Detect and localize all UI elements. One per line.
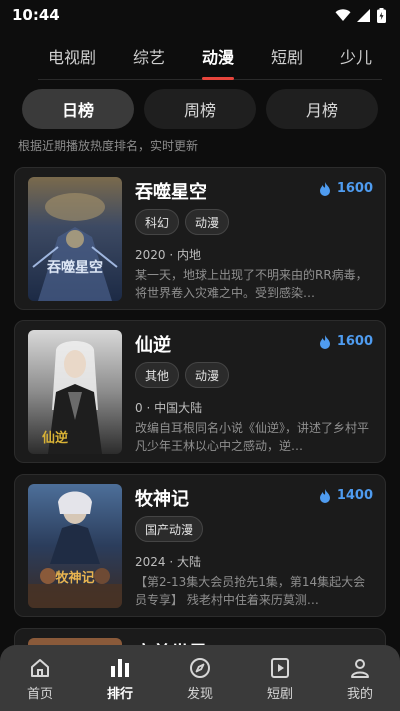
svg-text:吞噬星空: 吞噬星空 — [47, 259, 103, 276]
nav-label: 我的 — [346, 686, 373, 702]
heat-score: 1600 — [319, 334, 373, 349]
rank-period-tabs: 日榜 周榜 月榜 — [22, 89, 378, 129]
flame-icon — [319, 181, 330, 196]
svg-text:牧神记: 牧神记 — [55, 570, 94, 586]
bottom-nav: 首页 排行 发现 短剧 我的 — [0, 645, 400, 711]
home-icon — [31, 658, 49, 677]
nav-label: 发现 — [186, 686, 213, 702]
poster-image: 吞噬星空 — [28, 177, 122, 301]
battery-icon — [377, 7, 386, 23]
tag-list: 国产动漫 — [135, 516, 204, 542]
item-meta: 2020 · 内地 — [135, 248, 201, 262]
category-tabs: 电视剧 综艺 动漫 短剧 少儿 — [38, 38, 382, 80]
item-description: 某一天，地球上出现了不明来由的RR病毒，将世界卷入灾难之中。受到感染… — [135, 268, 368, 300]
genre-tag[interactable]: 动漫 — [185, 362, 230, 388]
item-meta: 2024 · 大陆 — [135, 555, 201, 569]
item-title: 吞噬星空 — [135, 182, 207, 203]
tab-monthly-rank[interactable]: 月榜 — [266, 89, 378, 129]
genre-tag[interactable]: 动漫 — [185, 209, 230, 235]
signal-icon — [357, 8, 370, 22]
tab-daily-rank[interactable]: 日榜 — [22, 89, 134, 129]
tab-anime[interactable]: 动漫 — [192, 38, 244, 80]
heat-value: 1600 — [336, 181, 373, 196]
status-icons — [335, 7, 386, 23]
rank-card[interactable]: 仙逆 仙逆 1600 其他 动漫 0 · 中国大陆 改编自耳根同名小说《仙逆》，… — [14, 320, 386, 463]
ranking-hint: 根据近期播放热度排名，实时更新 — [18, 139, 199, 153]
rank-card[interactable]: 吞噬星空 吞噬星空 1600 科幻 动漫 2020 · 内地 某一天，地球上出现… — [14, 167, 386, 310]
status-time: 10:44 — [12, 6, 60, 24]
heat-score: 1600 — [319, 181, 373, 196]
nav-label: 首页 — [26, 686, 53, 702]
status-bar: 10:44 — [0, 0, 400, 30]
tab-weekly-rank[interactable]: 周榜 — [144, 89, 256, 129]
flame-icon — [319, 334, 330, 349]
ranking-icon — [111, 658, 129, 677]
tab-variety[interactable]: 综艺 — [123, 38, 175, 80]
nav-short-drama[interactable]: 短剧 — [245, 657, 315, 702]
nav-label: 短剧 — [266, 686, 293, 702]
play-icon — [271, 657, 289, 678]
nav-ranking[interactable]: 排行 — [85, 657, 155, 702]
wifi-icon — [335, 8, 351, 21]
tab-kids[interactable]: 少儿 — [330, 38, 382, 80]
poster-image: 仙逆 — [28, 330, 122, 454]
compass-icon — [190, 657, 210, 678]
user-icon — [351, 658, 369, 678]
genre-tag[interactable]: 国产动漫 — [135, 516, 204, 542]
rank-card[interactable]: 牧神记 牧神记 1400 国产动漫 2024 · 大陆 【第2-13集大会员抢先… — [14, 474, 386, 617]
heat-value: 1600 — [336, 334, 373, 349]
nav-discover[interactable]: 发现 — [165, 657, 235, 702]
item-meta: 0 · 中国大陆 — [135, 401, 203, 415]
item-description: 改编自耳根同名小说《仙逆》，讲述了乡村平凡少年王林以心中之感动，逆… — [135, 421, 370, 453]
heat-score: 1400 — [319, 488, 373, 503]
item-title: 牧神记 — [135, 489, 189, 510]
nav-profile[interactable]: 我的 — [325, 657, 395, 702]
heat-value: 1400 — [336, 488, 373, 503]
genre-tag[interactable]: 其他 — [135, 362, 180, 388]
item-description: 【第2-13集大会员抢先1集，第14集起大会员专享】 残老村中住着来历莫测… — [135, 575, 366, 607]
item-title: 仙逆 — [135, 335, 171, 356]
nav-label: 排行 — [106, 686, 133, 702]
tag-list: 科幻 动漫 — [135, 209, 230, 235]
svg-text:仙逆: 仙逆 — [42, 430, 68, 446]
tag-list: 其他 动漫 — [135, 362, 230, 388]
tab-short-drama[interactable]: 短剧 — [261, 38, 313, 80]
flame-icon — [319, 488, 330, 503]
genre-tag[interactable]: 科幻 — [135, 209, 180, 235]
nav-home[interactable]: 首页 — [5, 657, 75, 702]
poster-image: 牧神记 — [28, 484, 122, 608]
tab-tv-series[interactable]: 电视剧 — [38, 38, 106, 80]
